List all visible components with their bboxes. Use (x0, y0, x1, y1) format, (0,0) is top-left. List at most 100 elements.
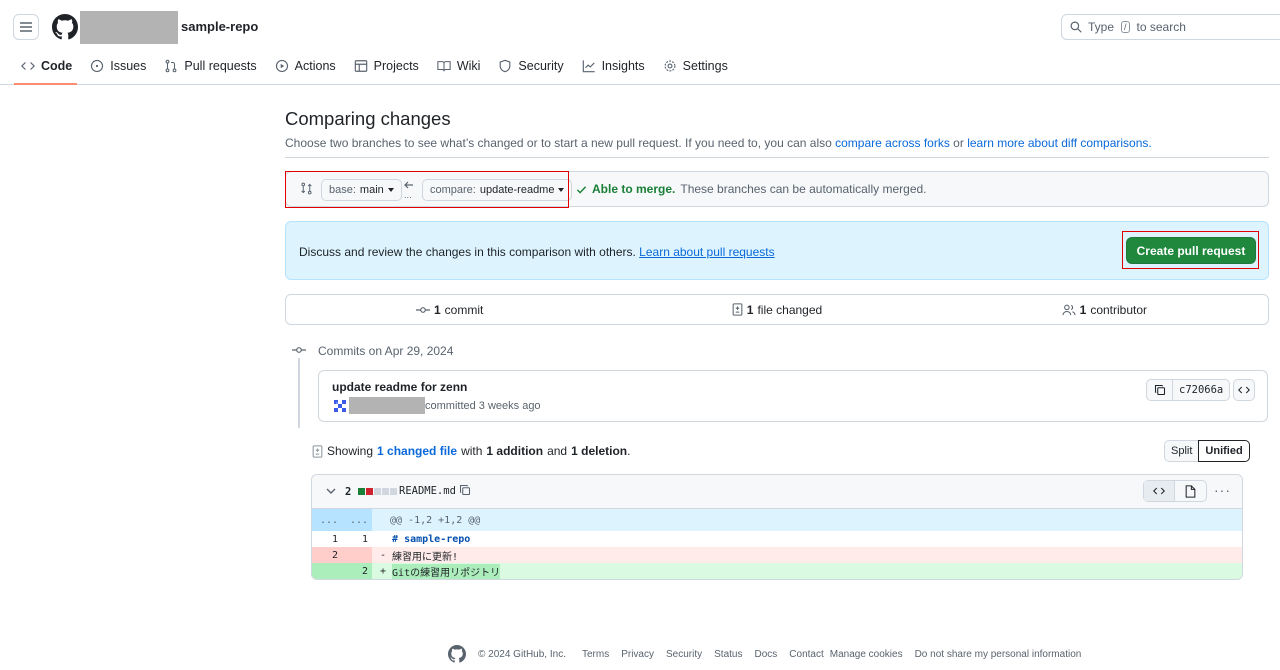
footer-link-privacy[interactable]: Privacy (621, 649, 654, 660)
copyright: © 2024 GitHub, Inc. (478, 648, 566, 660)
footer-link-docs[interactable]: Docs (754, 649, 777, 660)
footer-link-do-not-share[interactable]: Do not share my personal information (915, 649, 1082, 660)
tab-issues[interactable]: Issues (81, 52, 155, 80)
owner-name-redacted (80, 11, 178, 44)
highlight-box-create (1122, 231, 1259, 269)
diff-sign (380, 534, 386, 545)
new-line-number[interactable] (342, 547, 372, 563)
issue-icon (91, 59, 104, 73)
old-line-number[interactable] (312, 563, 342, 579)
browse-repo-button[interactable] (1233, 379, 1255, 401)
compare-forks-link[interactable]: compare across forks (835, 136, 950, 150)
play-icon (275, 59, 288, 73)
github-logo-icon[interactable] (52, 14, 78, 40)
commit-item: update readme for zenn committed 3 weeks… (318, 370, 1268, 422)
chevron-down-icon[interactable] (326, 486, 336, 496)
footer-link-terms[interactable]: Terms (582, 649, 609, 660)
stat-commits[interactable]: 1 commit (286, 295, 613, 324)
diffstat-neutral-block (382, 488, 389, 495)
commit-title-link[interactable]: update readme for zenn (332, 380, 467, 394)
learn-pull-requests-link[interactable]: Learn about pull requests (639, 245, 774, 259)
hamburger-menu-button[interactable] (13, 14, 39, 40)
footer-link-manage-cookies[interactable]: Manage cookies (830, 649, 903, 660)
tab-pull-requests[interactable]: Pull requests (155, 52, 265, 80)
people-icon (1062, 304, 1076, 315)
with-text: with (461, 444, 483, 458)
diff-line-deletion: 2 - 練習用に更新! (312, 547, 1242, 563)
copy-sha-button[interactable] (1147, 380, 1173, 400)
commit-icon (415, 306, 430, 313)
file-diff-icon (732, 303, 743, 316)
highlight-box-branches (285, 171, 569, 208)
footer-link-contact[interactable]: Contact (789, 649, 823, 660)
old-line-number[interactable]: 2 (312, 547, 342, 563)
tab-label: Code (41, 59, 73, 73)
avatar[interactable] (333, 399, 347, 413)
github-logo-icon[interactable] (448, 645, 466, 663)
page-title: Comparing changes (285, 108, 451, 129)
changed-files-link[interactable]: 1 changed file (377, 444, 457, 458)
diff-line-count: 2 (345, 486, 352, 498)
tab-insights[interactable]: Insights (573, 52, 654, 80)
footer-link-status[interactable]: Status (714, 649, 742, 660)
commits-date-heading: Commits on Apr 29, 2024 (318, 344, 454, 358)
diffstat-add-block (358, 488, 365, 495)
old-line-number[interactable]: 1 (312, 531, 342, 547)
diff-view-toggle: Split Unified (1164, 440, 1250, 462)
files-label: file changed (757, 302, 823, 317)
tab-label: Pull requests (184, 59, 257, 73)
footer-link-security[interactable]: Security (666, 649, 702, 660)
code-text: # sample-repo (392, 533, 471, 545)
graph-icon (582, 60, 595, 73)
commits-label: commit (444, 302, 484, 317)
commit-author-redacted (349, 397, 425, 414)
split-view-button[interactable]: Split (1164, 440, 1199, 462)
diff-sign: + (380, 565, 387, 577)
tab-actions[interactable]: Actions (266, 52, 345, 80)
diffstat-bar (358, 488, 397, 495)
tab-wiki[interactable]: Wiki (428, 52, 490, 80)
file-header: 2 README.md ··· (312, 475, 1242, 509)
code-line: # sample-repo (372, 534, 470, 545)
file-name-link[interactable]: README.md (399, 485, 456, 497)
search-input[interactable]: Type / to search (1061, 14, 1280, 40)
new-line-number[interactable]: 1 (342, 531, 372, 547)
search-placeholder-suffix: to search (1136, 20, 1186, 34)
tab-label: Actions (294, 59, 336, 73)
hunk-header: @@ -1,2 +1,2 @@ (390, 514, 481, 526)
repo-nav-tabs: Code Issues Pull requests Actions Projec… (12, 52, 737, 85)
commit-meta: committed 3 weeks ago (425, 400, 541, 412)
commit-sha-link[interactable]: c72066a (1173, 380, 1229, 400)
expand-down-button[interactable]: ... (342, 509, 372, 531)
unified-view-button[interactable]: Unified (1198, 440, 1250, 462)
file-icon (1185, 484, 1196, 498)
tab-security[interactable]: Security (489, 52, 572, 80)
new-line-number[interactable]: 2 (342, 563, 372, 579)
stat-contributors[interactable]: 1 contributor (941, 295, 1268, 324)
copy-icon[interactable] (459, 484, 471, 496)
prompt-text: Discuss and review the changes in this c… (299, 245, 775, 259)
stat-files[interactable]: 1 file changed (613, 295, 940, 324)
display-rich-diff-button[interactable] (1175, 481, 1206, 501)
display-source-button[interactable] (1144, 481, 1175, 501)
tab-projects[interactable]: Projects (345, 52, 428, 80)
prompt-message: Discuss and review the changes in this c… (299, 245, 636, 259)
repo-name-link[interactable]: sample-repo (181, 19, 258, 34)
code-text: Gitの練習用リポジトリ (392, 563, 501, 579)
search-shortcut-key: / (1121, 21, 1130, 33)
tab-code[interactable]: Code (12, 52, 81, 85)
diff-sign: - (380, 549, 387, 561)
file-diff: 2 README.md ··· ... ... @@ -1,2 +1,2 @@ (311, 474, 1243, 580)
learn-diff-link[interactable]: learn more about diff comparisons. (967, 136, 1152, 150)
hamburger-icon (20, 22, 32, 32)
table-icon (354, 60, 367, 72)
kebab-menu-icon[interactable]: ··· (1214, 482, 1231, 498)
book-icon (437, 61, 451, 72)
timeline-line (298, 358, 300, 428)
tab-settings[interactable]: Settings (654, 52, 737, 80)
tab-label: Security (518, 59, 564, 73)
contributors-count: 1 (1079, 302, 1087, 317)
diffstat-neutral-block (374, 488, 381, 495)
tab-label: Settings (682, 59, 728, 73)
expand-up-button[interactable]: ... (312, 509, 342, 531)
